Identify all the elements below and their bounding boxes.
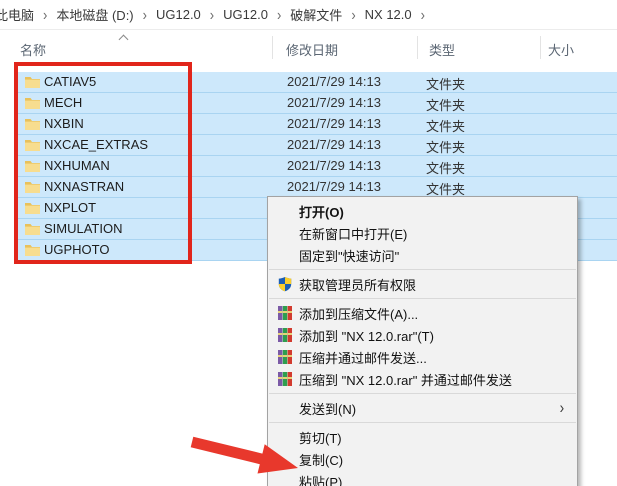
breadcrumb-item-crack-files[interactable]: 破解文件: [288, 5, 344, 24]
breadcrumb-item-ug12-outer[interactable]: UG12.0: [154, 7, 203, 22]
menu-item-label: 复制(C): [299, 452, 344, 468]
uac-shield-icon: [278, 277, 292, 292]
folder-icon: [25, 98, 40, 109]
menu-item-send-to[interactable]: 发送到(N) ›: [268, 397, 577, 419]
column-header-type[interactable]: 类型: [429, 40, 455, 59]
file-name: NXPLOT: [44, 200, 97, 215]
file-name: MECH: [44, 95, 83, 110]
breadcrumb-chevron-icon: ›: [276, 5, 282, 24]
winrar-icon: [278, 372, 292, 386]
file-name: NXHUMAN: [44, 158, 110, 173]
menu-item-take-ownership[interactable]: 获取管理员所有权限: [268, 273, 577, 295]
file-name: CATIAV5: [44, 74, 97, 89]
menu-item-cut[interactable]: 剪切(T): [268, 426, 577, 448]
file-name: UGPHOTO: [44, 242, 110, 257]
file-row-nxnastran[interactable]: NXNASTRAN 2021/7/29 14:13 文件夹: [14, 177, 617, 198]
breadcrumb-chevron-icon: ›: [142, 5, 147, 24]
file-type: 文件夹: [426, 119, 466, 134]
file-type: 文件夹: [426, 161, 466, 176]
breadcrumb-chevron-icon: ›: [209, 5, 215, 24]
menu-item-winrar-add-to-archive[interactable]: 添加到压缩文件(A)...: [268, 302, 577, 324]
file-name: NXBIN: [44, 116, 84, 131]
file-row-nxhuman[interactable]: NXHUMAN 2021/7/29 14:13 文件夹: [14, 156, 617, 177]
folder-icon: [25, 245, 40, 256]
file-type: 文件夹: [426, 98, 466, 113]
folder-icon: [25, 119, 40, 130]
winrar-icon: [278, 328, 292, 342]
sort-ascending-icon[interactable]: [118, 34, 129, 45]
folder-icon: [25, 161, 40, 172]
menu-item-label: 在新窗口中打开(E): [299, 226, 408, 242]
column-header-size[interactable]: 大小: [548, 40, 574, 59]
column-separator[interactable]: [272, 36, 273, 59]
winrar-icon: [278, 350, 292, 364]
column-header-date[interactable]: 修改日期: [286, 40, 338, 59]
file-row-nxcae-extras[interactable]: NXCAE_EXTRAS 2021/7/29 14:13 文件夹: [14, 135, 617, 156]
menu-separator: [269, 269, 576, 270]
menu-item-label: 打开(O): [299, 204, 344, 220]
menu-separator: [269, 298, 576, 299]
folder-icon: [25, 77, 40, 88]
breadcrumb: 此电脑 › 本地磁盘 (D:) › UG12.0 › UG12.0 › 破解文件…: [0, 0, 432, 29]
file-row-nxbin[interactable]: NXBIN 2021/7/29 14:13 文件夹: [14, 114, 617, 135]
column-separator[interactable]: [417, 36, 418, 59]
menu-item-label: 获取管理员所有权限: [299, 277, 417, 293]
folder-icon: [25, 203, 40, 214]
folder-icon: [25, 182, 40, 193]
file-date: 2021/7/29 14:13: [287, 158, 381, 173]
menu-item-pin-quick-access[interactable]: 固定到"快速访问": [268, 244, 577, 266]
menu-item-winrar-compress-named-email[interactable]: 压缩到 "NX 12.0.rar" 并通过邮件发送: [268, 368, 577, 390]
folder-icon: [25, 224, 40, 235]
context-menu: 打开(O) 在新窗口中打开(E) 固定到"快速访问" 获取管理员所有权限 添加到…: [267, 196, 578, 486]
column-separator[interactable]: [540, 36, 541, 59]
menu-item-winrar-add-to-named-archive[interactable]: 添加到 "NX 12.0.rar"(T): [268, 324, 577, 346]
file-name: NXCAE_EXTRAS: [44, 137, 149, 152]
menu-item-label: 固定到"快速访问": [299, 248, 400, 264]
breadcrumb-item-ug12-inner[interactable]: UG12.0: [221, 7, 270, 22]
file-name: SIMULATION: [44, 221, 123, 236]
menu-item-label: 压缩到 "NX 12.0.rar" 并通过邮件发送: [299, 372, 512, 388]
menu-item-open-new-window[interactable]: 在新窗口中打开(E): [268, 222, 577, 244]
menu-item-label: 添加到压缩文件(A)...: [299, 306, 419, 322]
menu-separator: [269, 393, 576, 394]
file-type: 文件夹: [426, 77, 466, 92]
menu-item-copy[interactable]: 复制(C): [268, 448, 577, 470]
breadcrumb-item-nx12[interactable]: NX 12.0: [363, 7, 414, 22]
menu-item-label: 添加到 "NX 12.0.rar"(T): [299, 328, 434, 344]
file-date: 2021/7/29 14:13: [287, 74, 381, 89]
menu-item-winrar-compress-email[interactable]: 压缩并通过邮件发送...: [268, 346, 577, 368]
file-date: 2021/7/29 14:13: [287, 95, 381, 110]
file-date: 2021/7/29 14:13: [287, 137, 381, 152]
menu-separator: [269, 422, 576, 423]
breadcrumb-item-local-disk-d[interactable]: 本地磁盘 (D:): [54, 5, 135, 24]
submenu-arrow-icon: ›: [559, 398, 565, 417]
file-row-catiav5[interactable]: CATIAV5 2021/7/29 14:13 文件夹: [14, 72, 617, 93]
menu-item-label: 剪切(T): [299, 430, 342, 446]
file-date: 2021/7/29 14:13: [287, 116, 381, 131]
file-name: NXNASTRAN: [44, 179, 125, 194]
menu-item-open[interactable]: 打开(O): [268, 200, 577, 222]
menu-item-label: 发送到(N): [299, 401, 357, 417]
file-date: 2021/7/29 14:13: [287, 179, 381, 194]
winrar-icon: [278, 306, 292, 320]
folder-icon: [25, 140, 40, 151]
breadcrumb-chevron-icon: ›: [420, 5, 425, 24]
breadcrumb-item-this-pc[interactable]: 此电脑: [0, 5, 36, 24]
menu-item-label: 压缩并通过邮件发送...: [299, 350, 427, 366]
breadcrumb-chevron-icon: ›: [351, 5, 356, 24]
file-type: 文件夹: [426, 140, 466, 155]
pane-divider: [0, 29, 617, 30]
breadcrumb-chevron-icon: ›: [43, 5, 48, 24]
file-row-mech[interactable]: MECH 2021/7/29 14:13 文件夹: [14, 93, 617, 114]
explorer-window: 此电脑 › 本地磁盘 (D:) › UG12.0 › UG12.0 › 破解文件…: [0, 0, 617, 486]
menu-item-label: 粘贴(P): [299, 474, 343, 486]
menu-item-paste[interactable]: 粘贴(P): [268, 470, 577, 486]
column-header-name[interactable]: 名称: [20, 40, 46, 59]
